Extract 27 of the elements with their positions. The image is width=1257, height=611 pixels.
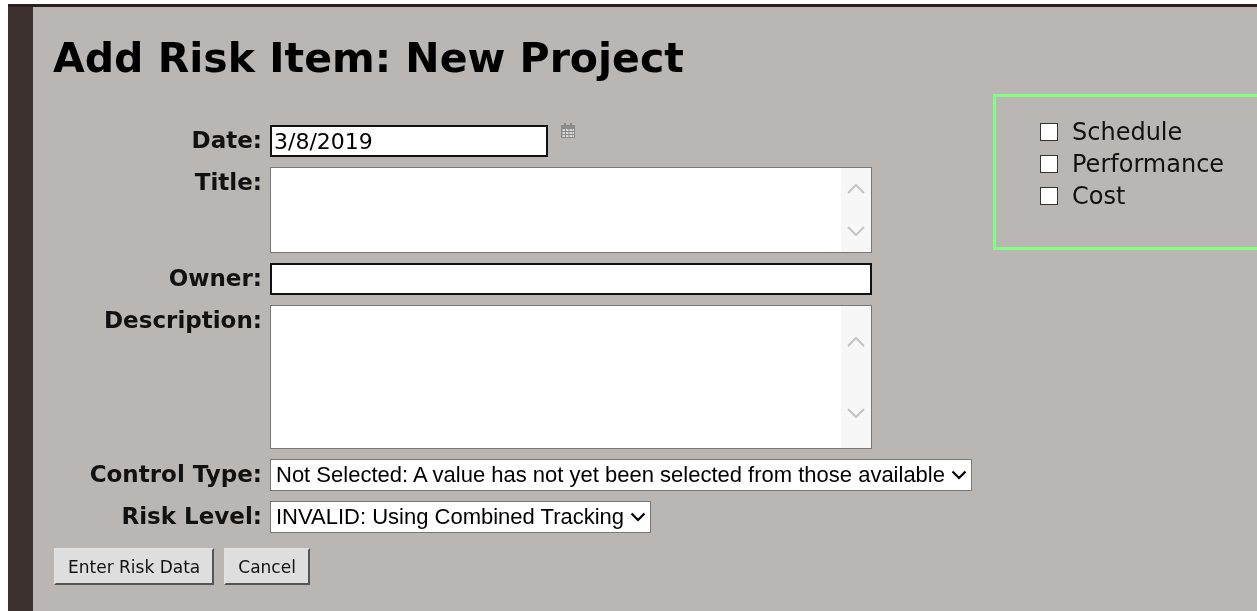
scroll-up-icon[interactable] [847, 336, 865, 347]
chevron-down-icon [951, 470, 967, 480]
field-label: Date: [190, 126, 262, 155]
field-label: Owner: [167, 264, 262, 293]
field-label: Risk Level: [120, 502, 262, 531]
field-label: Description: [103, 306, 262, 335]
checkbox[interactable] [1040, 155, 1058, 173]
dropdown[interactable]: Not Selected: A value has not yet been selected from those available [270, 459, 972, 491]
form-button[interactable]: Cancel [224, 548, 310, 585]
owner-field[interactable] [270, 263, 872, 295]
checkbox-label: Cost [1072, 181, 1126, 211]
checkbox-label: Performance [1072, 149, 1225, 179]
text-area[interactable] [270, 167, 872, 253]
chevron-down-icon [630, 512, 647, 522]
checkbox-label: Schedule [1072, 117, 1183, 147]
page-title: Add Risk Item: New Project [53, 33, 685, 83]
scroll-down-icon[interactable] [847, 407, 865, 418]
scroll-down-icon[interactable] [847, 226, 865, 236]
form-button[interactable]: Enter Risk Data [54, 548, 215, 585]
date-field[interactable]: 3/8/2019 [270, 125, 548, 157]
checkbox[interactable] [1040, 123, 1058, 141]
checkbox[interactable] [1040, 187, 1058, 205]
field-label: Title: [193, 168, 262, 197]
dropdown[interactable]: INVALID: Using Combined Tracking [270, 501, 652, 533]
calendar-icon[interactable] [560, 123, 576, 139]
scroll-up-icon[interactable] [847, 184, 865, 194]
field-label: Control Type: [88, 460, 262, 489]
